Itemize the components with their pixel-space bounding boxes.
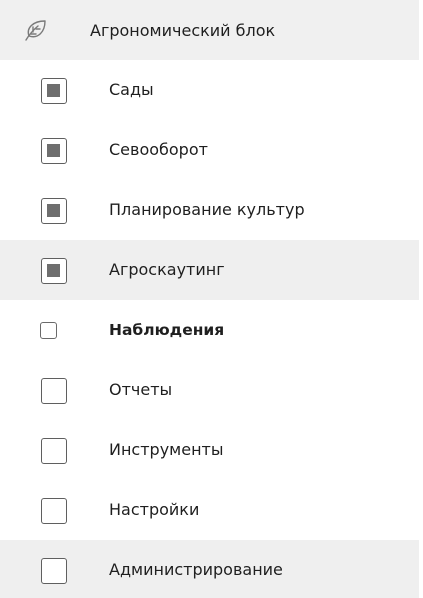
menu-item-label: Севооборот [109, 140, 208, 159]
menu-item-reports[interactable]: Отчеты [0, 360, 419, 420]
menu-item-gardens[interactable]: Сады [0, 60, 419, 120]
checkbox-fill [47, 84, 60, 97]
menu-item-observations[interactable]: Наблюдения [0, 300, 419, 360]
checkbox-agroscouting[interactable] [41, 258, 67, 284]
leaf-icon [21, 17, 49, 45]
checkbox-reports[interactable] [41, 378, 67, 404]
checkbox-gardens[interactable] [41, 78, 67, 104]
menu-item-label: Наблюдения [109, 321, 225, 339]
checkbox-crop-rotation[interactable] [41, 138, 67, 164]
checkbox-observations[interactable] [40, 322, 57, 339]
agronomy-menu: Агрономический блок Сады Севооборот План… [0, 0, 423, 598]
menu-item-label: Администрирование [109, 560, 283, 579]
menu-item-label: Инструменты [109, 440, 224, 459]
section-header-label: Агрономический блок [90, 21, 276, 40]
menu-item-label: Агроскаутинг [109, 260, 225, 279]
checkbox-crop-planning[interactable] [41, 198, 67, 224]
menu-item-label: Отчеты [109, 380, 173, 399]
menu-item-label: Сады [109, 80, 154, 99]
menu-item-settings[interactable]: Настройки [0, 480, 419, 540]
menu-item-crop-rotation[interactable]: Севооборот [0, 120, 419, 180]
menu-item-tools[interactable]: Инструменты [0, 420, 419, 480]
checkbox-settings[interactable] [41, 498, 67, 524]
menu-item-administration[interactable]: Администрирование [0, 540, 419, 598]
checkbox-fill [47, 144, 60, 157]
menu-item-label: Планирование культур [109, 200, 305, 219]
checkbox-fill [47, 264, 60, 277]
menu-item-label: Настройки [109, 500, 200, 519]
section-header-agronomy[interactable]: Агрономический блок [0, 0, 419, 60]
checkbox-fill [47, 204, 60, 217]
menu-item-agroscouting[interactable]: Агроскаутинг [0, 240, 419, 300]
menu-item-crop-planning[interactable]: Планирование культур [0, 180, 419, 240]
checkbox-administration[interactable] [41, 558, 67, 584]
checkbox-tools[interactable] [41, 438, 67, 464]
